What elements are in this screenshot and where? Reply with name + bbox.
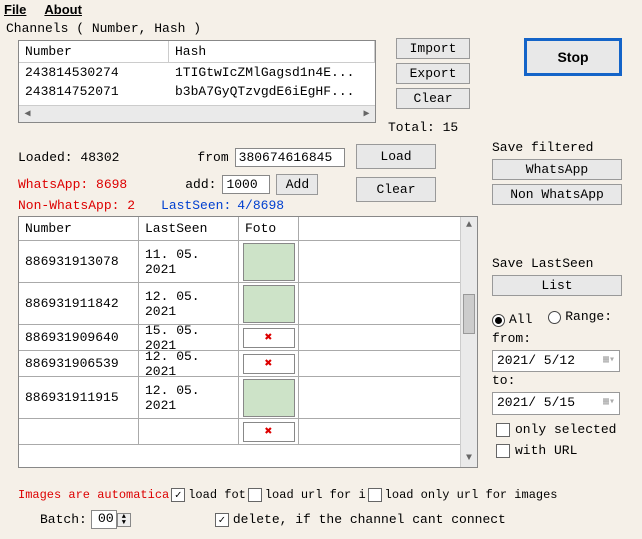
import-button[interactable]: Import [396,38,470,59]
save-whatsapp-button[interactable]: WhatsApp [492,159,622,180]
to-date-input[interactable]: 2021/ 5/15▦▾ [492,392,620,414]
calendar-icon[interactable]: ▦▾ [603,396,615,410]
load-foto-checkbox[interactable]: ✓ [171,488,185,502]
from-input[interactable] [235,148,345,167]
lastseen-value: 4/8698 [237,198,284,213]
radio-icon [548,311,561,324]
grid-col-lastseen[interactable]: LastSeen [139,217,239,240]
loaded-label: Loaded: 48302 [18,150,119,165]
results-grid: Number LastSeen Foto 88693191307811. 05.… [18,216,478,468]
save-nonwhatsapp-button[interactable]: Non WhatsApp [492,184,622,205]
batch-label: Batch: [40,512,87,527]
photo-thumbnail [243,243,295,281]
to-date-label: to: [492,372,632,390]
export-button[interactable]: Export [396,63,470,84]
total-label: Total: 15 [388,120,458,135]
menu-about[interactable]: About [44,2,82,17]
calendar-icon[interactable]: ▦▾ [603,354,615,368]
checkbox-icon [496,423,510,437]
load-only-url-checkbox[interactable] [368,488,382,502]
whatsapp-count: WhatsApp: 8698 [18,177,127,192]
table-row[interactable]: 88693190653912. 05. 2021✖ [19,351,477,377]
no-photo-icon: ✖ [243,354,295,374]
from-date-input[interactable]: 2021/ 5/12▦▾ [492,350,620,372]
save-lastseen-title: Save LastSeen [492,256,622,271]
spin-down-icon[interactable]: ▼ [118,520,130,526]
channels-col-hash[interactable]: Hash [169,41,375,62]
clear-channels-button[interactable]: Clear [396,88,470,109]
add-button[interactable]: Add [276,174,318,195]
checkbox-icon [496,444,510,458]
grid-col-foto[interactable]: Foto [239,217,299,240]
radio-all[interactable]: All [492,311,532,329]
no-photo-icon: ✖ [243,422,295,442]
delete-channel-checkbox[interactable]: ✓ [215,513,229,527]
table-row[interactable]: 88693191184212. 05. 2021 [19,283,477,325]
channels-hscrollbar[interactable]: ◀ ▶ [19,105,375,122]
stop-button[interactable]: Stop [524,38,622,76]
table-row[interactable]: 88693190964015. 05. 2021✖ [19,325,477,351]
table-row[interactable]: ✖ [19,419,477,445]
add-input[interactable] [222,175,270,194]
nonwhatsapp-count: Non-WhatsApp: 2 [18,198,135,213]
photo-thumbnail [243,379,295,417]
load-button[interactable]: Load [356,144,436,169]
menu-file[interactable]: File [4,2,26,17]
channels-col-number[interactable]: Number [19,41,169,62]
scroll-down-icon[interactable]: ▼ [461,450,477,467]
batch-spinner[interactable]: ▲▼ [91,510,131,529]
add-label: add: [185,177,216,192]
only-selected-checkbox[interactable]: only selected [496,420,616,441]
no-photo-icon: ✖ [243,328,295,348]
save-filtered-title: Save filtered [492,140,622,155]
table-row[interactable]: 88693191307811. 05. 2021 [19,241,477,283]
scroll-right-icon[interactable]: ▶ [358,108,375,120]
save-list-button[interactable]: List [492,275,622,296]
channel-row[interactable]: 243814530274 1TIGtwIcZMlGagsd1n4E... [19,63,375,82]
channel-row[interactable]: 243814752071 b3bA7GyQTzvgdE6iEgHF... [19,82,375,101]
photo-thumbnail [243,285,295,323]
from-date-label: from: [492,330,632,348]
from-label: from [197,150,228,165]
with-url-checkbox[interactable]: with URL [496,441,616,462]
radio-icon [492,314,505,327]
delete-channel-label: delete, if the channel cant connect [233,512,506,527]
clear-button[interactable]: Clear [356,177,436,202]
lastseen-label: LastSeen: [161,198,231,213]
channels-title: Channels ( Number, Hash ) [0,19,642,38]
grid-col-number[interactable]: Number [19,217,139,240]
scroll-up-icon[interactable]: ▲ [461,217,477,234]
radio-range[interactable]: Range: [548,308,612,326]
images-auto-label: Images are automatica [18,488,169,502]
load-url-checkbox[interactable] [248,488,262,502]
channels-list[interactable]: Number Hash 243814530274 1TIGtwIcZMlGags… [18,40,376,123]
table-row[interactable]: 88693191191512. 05. 2021 [19,377,477,419]
grid-vscrollbar[interactable]: ▲ ▼ [460,217,477,467]
scroll-left-icon[interactable]: ◀ [19,108,36,120]
